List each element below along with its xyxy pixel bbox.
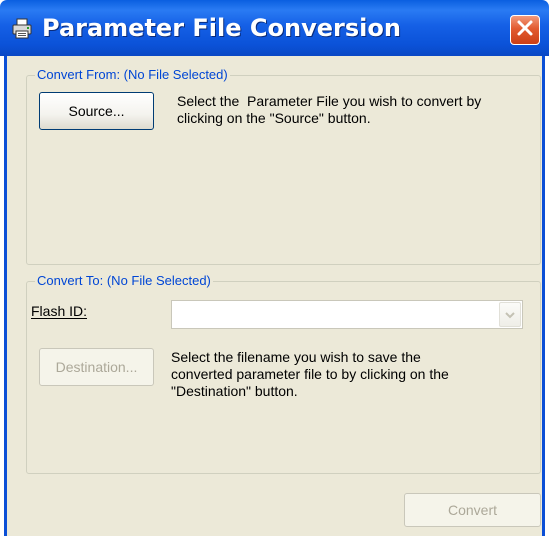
close-button[interactable] <box>510 15 540 45</box>
close-icon <box>516 19 534 41</box>
source-button[interactable]: Source... <box>39 92 154 130</box>
window-title: Parameter File Conversion <box>42 14 401 42</box>
convert-to-description-line-1: Select the filename you wish to save the <box>171 349 421 365</box>
flash-id-dropdown-button[interactable] <box>499 302 521 327</box>
convert-button[interactable]: Convert <box>404 493 541 527</box>
title-bar[interactable]: Parameter File Conversion <box>0 0 549 56</box>
convert-to-description-line-3: "Destination" button. <box>171 383 298 399</box>
flash-id-combobox[interactable] <box>171 300 523 329</box>
dialog-client-area: Convert From: (No File Selected) Source.… <box>4 56 545 536</box>
dialog-window: Parameter File Conversion Convert From: … <box>0 0 549 536</box>
convert-from-description: Select the Parameter File you wish to co… <box>177 93 537 127</box>
convert-to-description-line-2: converted parameter file to by clicking … <box>171 366 449 382</box>
destination-button[interactable]: Destination... <box>39 348 154 386</box>
printer-icon <box>12 18 34 40</box>
convert-to-description: Select the filename you wish to save the… <box>171 349 531 400</box>
convert-from-group: Convert From: (No File Selected) Source.… <box>26 67 541 265</box>
flash-id-label: Flash ID: <box>31 303 87 319</box>
flash-id-label-text: Flash ID: <box>31 303 88 319</box>
convert-to-group: Convert To: (No File Selected) Flash ID:… <box>26 273 541 474</box>
convert-from-description-line-1: Select the Parameter File you wish to co… <box>177 93 482 109</box>
convert-from-legend: Convert From: (No File Selected) <box>35 67 230 83</box>
chevron-down-icon <box>504 305 516 324</box>
convert-to-legend: Convert To: (No File Selected) <box>35 273 213 289</box>
convert-from-description-line-2: clicking on the "Source" button. <box>177 110 371 126</box>
